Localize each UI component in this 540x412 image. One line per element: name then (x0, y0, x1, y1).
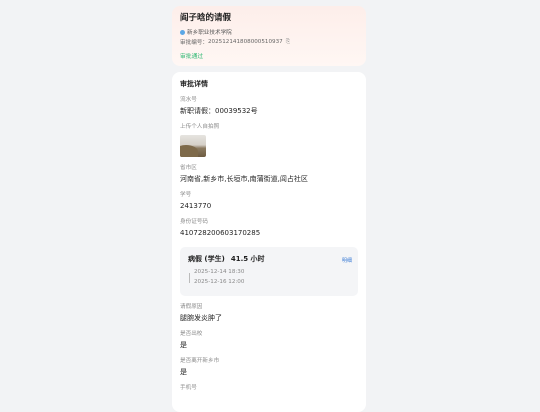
leave-type: 病假 (学生) (188, 255, 225, 263)
field-value: 腿腕发炎肿了 (180, 314, 222, 322)
field-label: 上传个人自拍照 (180, 124, 220, 130)
field-value: 河南省,新乡市,长垣市,南蒲街道,闾占社区 (180, 175, 308, 183)
field-value: 2413770 (180, 202, 212, 210)
field-leave-campus: 是否出校 是 (180, 331, 358, 350)
request-header-card: 阎子晗的请假 新乡职业技术学院 审批编号： 202512141808000510… (172, 6, 366, 66)
field-region: 省市区 河南省,新乡市,长垣市,南蒲街道,闾占社区 (180, 165, 358, 184)
field-label: 手机号 (180, 385, 197, 391)
field-id-card: 身份证号码 410728200603170285 (180, 219, 358, 238)
field-selfie-photo: 上传个人自拍照 (180, 124, 358, 157)
leave-detail-link[interactable]: 明细 (342, 257, 352, 264)
approval-number: 202512141808000510937 (207, 39, 283, 45)
leave-summary-box: 病假 (学生) 41.5 小时 明细 2025-12-14 18:30 2025… (180, 247, 358, 296)
field-label: 请假原因 (180, 304, 203, 310)
field-label: 学号 (180, 192, 192, 198)
request-title: 阎子晗的请假 (180, 13, 232, 23)
field-value: 是 (180, 368, 187, 376)
field-label: 流水号 (180, 97, 197, 103)
organization-name: 新乡职业技术学院 (187, 30, 232, 36)
approval-detail-card: 审批详情 流水号 新职请假：00039532号 上传个人自拍照 省市区 河南省,… (172, 72, 366, 412)
selfie-photo-thumbnail[interactable] (180, 135, 206, 157)
field-leave-reason: 请假原因 腿腕发炎肿了 (180, 304, 358, 323)
status-badge: 审批通过 (180, 54, 204, 60)
field-student-id: 学号 2413770 (180, 192, 358, 211)
field-value: 是 (180, 341, 187, 349)
field-label: 是否离开新乡市 (180, 358, 220, 364)
section-title: 审批详情 (180, 80, 208, 88)
field-leave-city: 是否离开新乡市 是 (180, 358, 358, 377)
field-value: 新职请假：00039532号 (180, 107, 258, 115)
leave-duration: 41.5 小时 (230, 255, 265, 263)
timeline-line (189, 273, 190, 283)
copy-icon[interactable]: ⎘ (286, 39, 290, 46)
leave-time-range: 2025-12-14 18:30 2025-12-16 12:00 (188, 269, 350, 286)
field-label: 是否出校 (180, 331, 203, 337)
field-phone: 手机号 (180, 385, 358, 392)
organization-icon (180, 29, 185, 35)
approval-number-row: 审批编号： 202512141808000510937 ⎘ (180, 38, 358, 47)
leave-heading: 病假 (学生) 41.5 小时 (188, 247, 350, 264)
approval-number-label: 审批编号： (180, 40, 208, 46)
leave-end-time: 2025-12-16 12:00 (194, 279, 245, 285)
field-value: 410728200603170285 (180, 229, 261, 237)
field-serial-number: 流水号 新职请假：00039532号 (180, 97, 358, 116)
field-label: 身份证号码 (180, 219, 208, 225)
organization-row: 新乡职业技术学院 (180, 28, 358, 36)
field-label: 省市区 (180, 165, 197, 171)
leave-start-time: 2025-12-14 18:30 (194, 269, 245, 275)
